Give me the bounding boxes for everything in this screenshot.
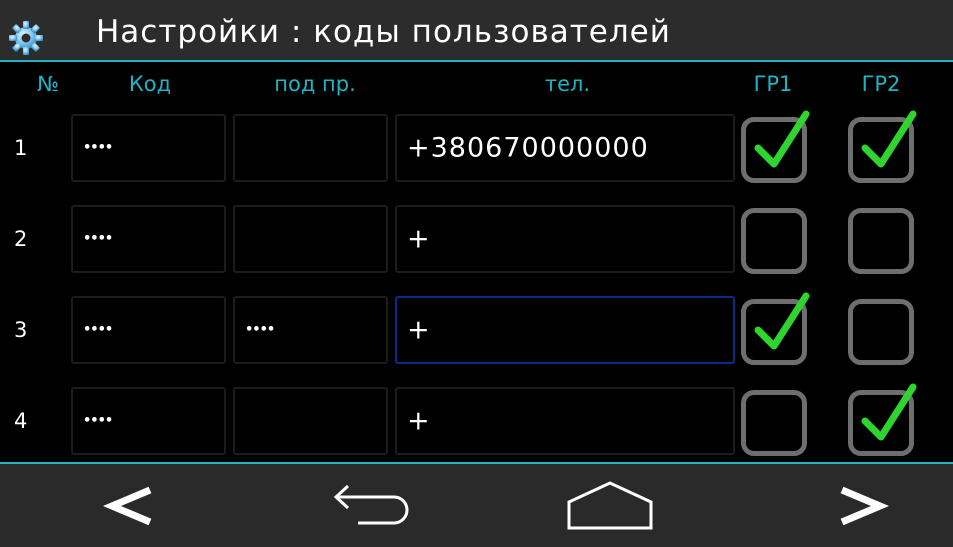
checkmark-icon (861, 110, 917, 168)
home-icon (567, 480, 653, 529)
phone-value: + (407, 405, 431, 437)
back-arrow-icon (333, 484, 409, 524)
code-value: •••• (83, 231, 113, 247)
gr2-checkbox[interactable] (848, 299, 914, 365)
code-field[interactable]: •••• (71, 387, 226, 455)
back-button[interactable] (312, 464, 432, 547)
checkmark-icon (754, 110, 810, 168)
row-number: 4 (14, 409, 28, 433)
code-field[interactable]: •••• (71, 114, 226, 182)
column-header-duress: под пр. (274, 72, 356, 96)
gr1-checkbox[interactable] (741, 292, 810, 365)
row-number: 2 (14, 227, 28, 251)
duress-code-field[interactable] (233, 205, 388, 273)
phone-value: +380670000000 (407, 132, 649, 164)
gr2-checkbox[interactable] (848, 383, 917, 456)
column-header-code: Код (128, 72, 172, 96)
page-title: Настройки : коды пользователей (96, 14, 671, 50)
gr1-checkbox[interactable] (741, 110, 810, 183)
phone-field[interactable]: + (395, 296, 735, 364)
gear-icon (9, 21, 43, 55)
code-field[interactable]: •••• (71, 205, 226, 273)
column-header-phone: тел. (544, 72, 591, 96)
duress-code-value: •••• (245, 322, 275, 338)
code-value: •••• (83, 322, 113, 338)
next-button[interactable] (802, 464, 922, 547)
duress-code-field[interactable]: •••• (233, 296, 388, 364)
code-value: •••• (83, 413, 113, 429)
chevron-right-icon (840, 486, 890, 525)
phone-field[interactable]: + (395, 387, 735, 455)
column-header-gr1: ГР1 (753, 72, 793, 96)
code-value: •••• (83, 140, 113, 156)
column-header-number: № (37, 72, 59, 96)
checkmark-icon (861, 383, 917, 441)
home-button[interactable] (550, 464, 670, 547)
title-bar: Настройки : коды пользователей (0, 0, 953, 62)
duress-code-field[interactable] (233, 114, 388, 182)
checkmark-icon (754, 292, 810, 350)
duress-code-field[interactable] (233, 387, 388, 455)
row-number: 1 (14, 136, 28, 160)
prev-button[interactable] (70, 464, 190, 547)
phone-field[interactable]: +380670000000 (395, 114, 735, 182)
gr2-checkbox[interactable] (848, 110, 917, 183)
gr1-checkbox[interactable] (741, 208, 807, 274)
row-number: 3 (14, 318, 28, 342)
phone-value: + (407, 223, 431, 255)
gr2-checkbox[interactable] (848, 208, 914, 274)
phone-field[interactable]: + (395, 205, 735, 273)
gr1-checkbox[interactable] (741, 390, 807, 456)
navigation-bar (0, 464, 953, 547)
phone-value: + (407, 314, 431, 346)
code-field[interactable]: •••• (71, 296, 226, 364)
column-header-gr2: ГР2 (861, 72, 901, 96)
chevron-left-icon (102, 486, 152, 525)
